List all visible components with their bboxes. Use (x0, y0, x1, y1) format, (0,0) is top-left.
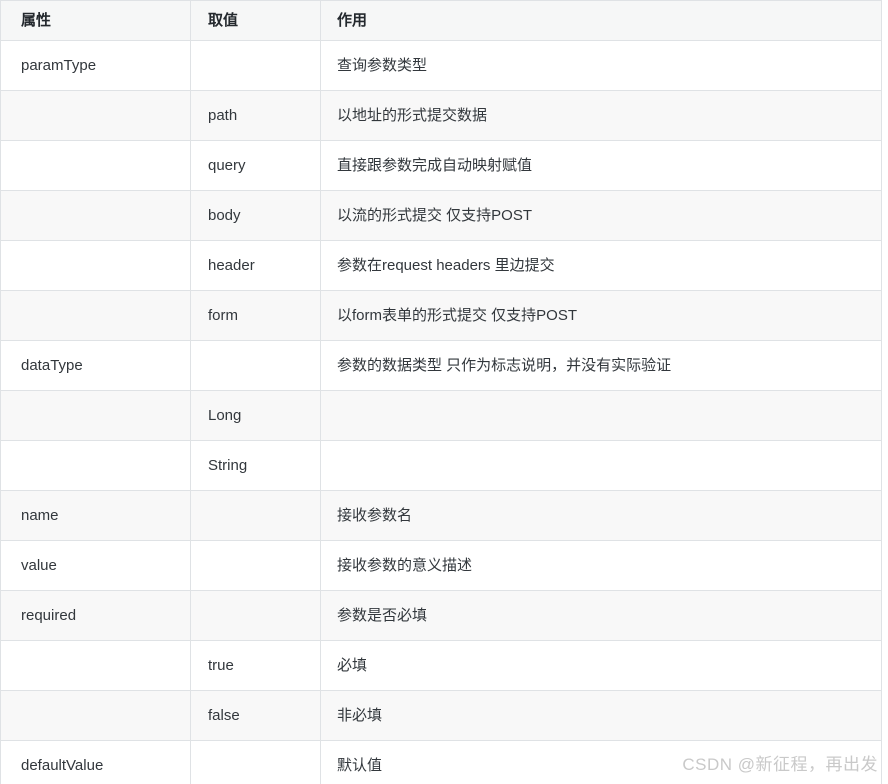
cell-role: 查询参数类型 (320, 40, 882, 91)
column-header-attribute: 属性 (0, 0, 191, 41)
cell-attribute: required (0, 590, 191, 641)
table-row: value 接收参数的意义描述 (0, 540, 882, 591)
cell-value (190, 490, 321, 541)
cell-attribute (0, 290, 191, 341)
table-header: 属性 取值 作用 (0, 0, 882, 41)
parameter-table: 属性 取值 作用 paramType 查询参数类型 path 以地址的形式提交数据 qu… (0, 0, 882, 784)
cell-attribute (0, 90, 191, 141)
cell-role: 接收参数名 (320, 490, 882, 541)
cell-value: String (190, 440, 321, 491)
table-row: form 以form表单的形式提交 仅支持POST (0, 290, 882, 341)
table-row: paramType 查询参数类型 (0, 40, 882, 91)
cell-attribute (0, 640, 191, 691)
cell-value: false (190, 690, 321, 741)
cell-role: 参数在request headers 里边提交 (320, 240, 882, 291)
cell-role: 以地址的形式提交数据 (320, 90, 882, 141)
table-row: false 非必填 (0, 690, 882, 741)
table-row: path 以地址的形式提交数据 (0, 90, 882, 141)
table-row: required 参数是否必填 (0, 590, 882, 641)
table-row: dataType 参数的数据类型 只作为标志说明，并没有实际验证 (0, 340, 882, 391)
table-row: name 接收参数名 (0, 490, 882, 541)
cell-role: 参数是否必填 (320, 590, 882, 641)
cell-role: 以form表单的形式提交 仅支持POST (320, 290, 882, 341)
column-header-value: 取值 (190, 0, 321, 41)
cell-attribute: value (0, 540, 191, 591)
cell-attribute: paramType (0, 40, 191, 91)
cell-attribute (0, 140, 191, 191)
cell-value: Long (190, 390, 321, 441)
cell-attribute (0, 690, 191, 741)
cell-value: body (190, 190, 321, 241)
cell-value: header (190, 240, 321, 291)
cell-role: 非必填 (320, 690, 882, 741)
cell-value (190, 340, 321, 391)
cell-role: 直接跟参数完成自动映射赋值 (320, 140, 882, 191)
table-row: true 必填 (0, 640, 882, 691)
cell-value (190, 540, 321, 591)
table-header-row: 属性 取值 作用 (0, 0, 882, 41)
cell-value (190, 590, 321, 641)
cell-value: path (190, 90, 321, 141)
table-body: paramType 查询参数类型 path 以地址的形式提交数据 query 直接跟参数完… (0, 40, 882, 784)
cell-value (190, 40, 321, 91)
table-row: String (0, 440, 882, 491)
cell-value: query (190, 140, 321, 191)
cell-value (190, 740, 321, 784)
cell-role: 接收参数的意义描述 (320, 540, 882, 591)
cell-role: 必填 (320, 640, 882, 691)
cell-attribute (0, 390, 191, 441)
table-row: body 以流的形式提交 仅支持POST (0, 190, 882, 241)
table-row: query 直接跟参数完成自动映射赋值 (0, 140, 882, 191)
cell-attribute (0, 440, 191, 491)
cell-role: 参数的数据类型 只作为标志说明，并没有实际验证 (320, 340, 882, 391)
table-row: defaultValue 默认值 (0, 740, 882, 784)
cell-attribute: defaultValue (0, 740, 191, 784)
cell-role: 默认值 (320, 740, 882, 784)
table-row: header 参数在request headers 里边提交 (0, 240, 882, 291)
cell-value: form (190, 290, 321, 341)
cell-attribute (0, 240, 191, 291)
cell-role (320, 440, 882, 491)
cell-attribute (0, 190, 191, 241)
column-header-role: 作用 (320, 0, 882, 41)
cell-attribute: dataType (0, 340, 191, 391)
cell-role (320, 390, 882, 441)
cell-value: true (190, 640, 321, 691)
table-row: Long (0, 390, 882, 441)
cell-attribute: name (0, 490, 191, 541)
cell-role: 以流的形式提交 仅支持POST (320, 190, 882, 241)
parameter-table-container: 属性 取值 作用 paramType 查询参数类型 path 以地址的形式提交数据 qu… (0, 0, 888, 784)
